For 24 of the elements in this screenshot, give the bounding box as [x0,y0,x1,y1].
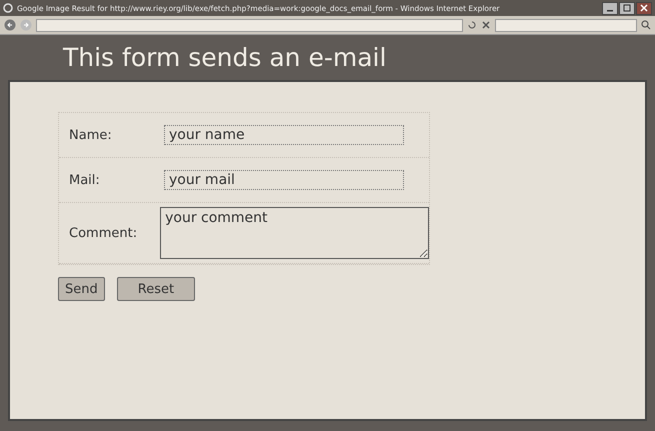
minimize-button[interactable] [602,2,618,14]
refresh-icon [467,20,477,30]
close-button[interactable] [636,2,652,14]
maximize-button[interactable] [619,2,635,14]
text-input[interactable]: your name [164,125,404,145]
text-input[interactable]: your mail [164,170,404,190]
field-label: Name: [69,128,113,142]
field-label: Mail: [69,172,101,188]
search-icon [641,20,651,30]
stop-icon [481,20,491,30]
search-field[interactable] [495,18,637,32]
browser-icon [3,3,13,13]
search-button[interactable] [641,20,651,30]
reset-button[interactable]: Reset [116,277,196,301]
back-button[interactable] [4,19,16,31]
stop-button[interactable] [481,20,491,30]
send-button[interactable]: Send [58,277,105,301]
maximize-icon [623,4,631,12]
page-heading: This form sends an e-mail [63,43,388,72]
comment-textarea[interactable]: your comment [160,207,429,259]
address-field[interactable] [36,18,463,32]
close-icon [640,4,648,12]
field-label: Comment: [69,226,138,240]
refresh-button[interactable] [467,20,477,30]
